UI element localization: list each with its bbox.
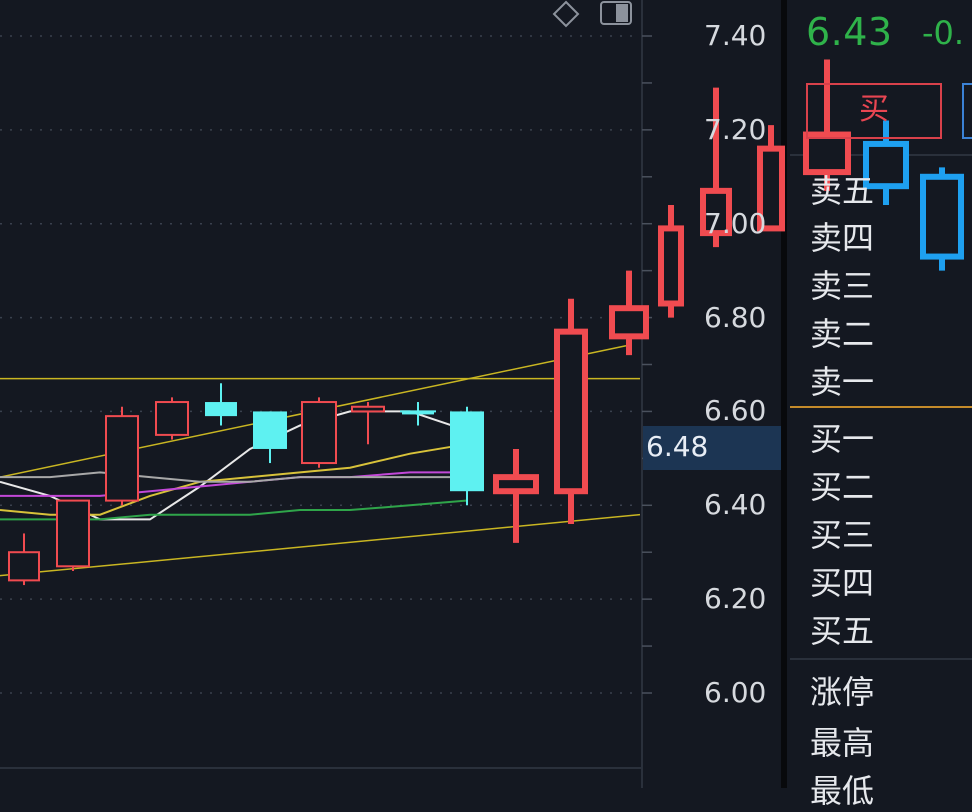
low-label: 最低 bbox=[810, 772, 875, 810]
y-tick-label: 6.80 bbox=[704, 300, 767, 334]
price-change: -0. bbox=[922, 14, 965, 52]
sell-button[interactable] bbox=[962, 83, 972, 139]
candle-body bbox=[658, 225, 684, 307]
diamond-icon[interactable] bbox=[550, 0, 582, 28]
limit-up-label: 涨停 bbox=[810, 673, 875, 711]
y-tick-label: 6.60 bbox=[704, 394, 767, 428]
candle-body bbox=[493, 474, 539, 495]
candle-body bbox=[920, 173, 964, 260]
candle-body bbox=[205, 402, 237, 417]
candle-body bbox=[8, 551, 40, 582]
candle-body bbox=[609, 305, 649, 340]
candle-body bbox=[105, 415, 139, 502]
ask-2-label: 卖二 bbox=[810, 315, 875, 353]
ask-4-label: 卖四 bbox=[810, 219, 875, 257]
candle-body bbox=[554, 328, 588, 495]
bid-4-label: 买四 bbox=[810, 564, 875, 602]
y-tick-label: 6.20 bbox=[704, 582, 767, 616]
panel-toggle-icon[interactable] bbox=[598, 0, 634, 28]
candle-body bbox=[253, 411, 287, 449]
buy-button[interactable]: 买 bbox=[806, 83, 942, 139]
candle-body bbox=[351, 405, 385, 413]
bid-1-label: 买一 bbox=[810, 420, 875, 458]
bid-3-label: 买三 bbox=[810, 516, 875, 554]
y-tick-label: 7.40 bbox=[704, 19, 767, 52]
channel-lower-line bbox=[0, 513, 641, 577]
candle-body bbox=[301, 401, 337, 465]
candle-body bbox=[155, 401, 189, 436]
y-tick-label: 7.20 bbox=[704, 112, 767, 146]
last-price: 6.43 bbox=[806, 10, 893, 54]
crosshair-price-label: 6.48 bbox=[646, 430, 709, 463]
ask-5-label: 卖五 bbox=[810, 172, 875, 210]
ask-1-label: 卖一 bbox=[810, 363, 875, 401]
candle-body bbox=[450, 411, 484, 492]
bid-5-label: 买五 bbox=[810, 612, 875, 650]
y-tick-label: 7.00 bbox=[704, 206, 767, 240]
y-tick-label: 6.00 bbox=[704, 676, 767, 709]
y-tick-label: 6.40 bbox=[704, 488, 767, 522]
ask-3-label: 卖三 bbox=[810, 267, 875, 305]
candle-body bbox=[56, 499, 90, 568]
high-label: 最高 bbox=[810, 724, 875, 762]
bid-2-label: 买二 bbox=[810, 468, 875, 506]
